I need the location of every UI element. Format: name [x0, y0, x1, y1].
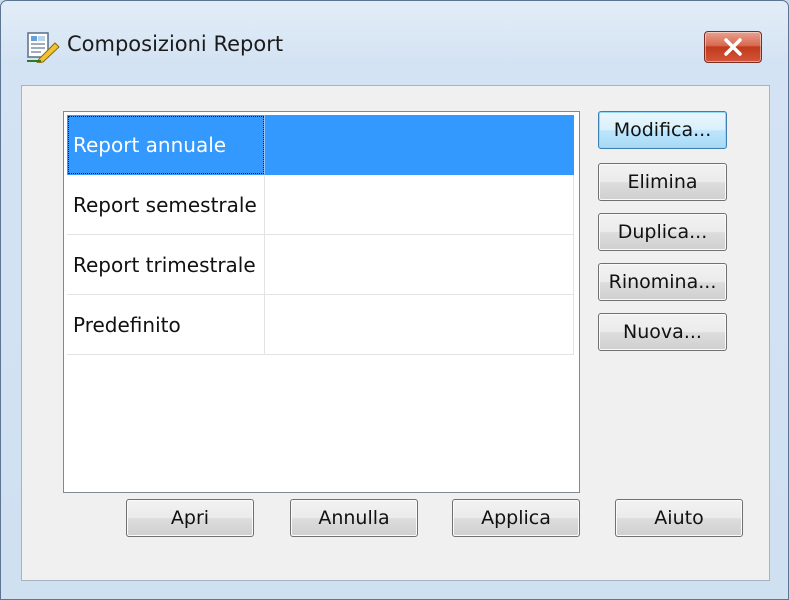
- list-row-report-annuale[interactable]: Report annuale: [67, 115, 574, 175]
- list-cell-value[interactable]: [265, 235, 574, 295]
- modifica-button[interactable]: Modifica...: [598, 111, 727, 149]
- list-cell-name[interactable]: Report semestrale: [67, 175, 265, 235]
- aiuto-button[interactable]: Aiuto: [615, 499, 743, 537]
- list-row-report-semestrale[interactable]: Report semestrale: [67, 175, 574, 235]
- compositions-list[interactable]: Report annuale Report semestrale Report …: [63, 111, 580, 493]
- rinomina-button[interactable]: Rinomina...: [598, 263, 727, 301]
- dialog-window: Composizioni Report Report annuale Repor…: [0, 0, 789, 600]
- list-cell-value[interactable]: [265, 295, 574, 355]
- list-cell-name[interactable]: Predefinito: [67, 295, 265, 355]
- close-button[interactable]: [704, 31, 762, 63]
- list-row-report-trimestrale[interactable]: Report trimestrale: [67, 235, 574, 295]
- nuova-button[interactable]: Nuova...: [598, 313, 727, 351]
- title-bar[interactable]: Composizioni Report: [1, 1, 788, 83]
- elimina-button[interactable]: Elimina: [598, 163, 727, 201]
- list-cell-value[interactable]: [265, 115, 574, 175]
- applica-button[interactable]: Applica: [452, 499, 580, 537]
- list-cell-value[interactable]: [265, 175, 574, 235]
- report-icon: [25, 31, 61, 64]
- window-title: Composizioni Report: [67, 32, 284, 56]
- list-row-predefinito[interactable]: Predefinito: [67, 295, 574, 355]
- close-icon: [724, 38, 742, 56]
- dialog-client-area: Report annuale Report semestrale Report …: [21, 85, 770, 581]
- list-cell-name[interactable]: Report annuale: [67, 115, 265, 175]
- annulla-button[interactable]: Annulla: [290, 499, 418, 537]
- apri-button[interactable]: Apri: [126, 499, 254, 537]
- duplica-button[interactable]: Duplica...: [598, 213, 727, 251]
- list-cell-name[interactable]: Report trimestrale: [67, 235, 265, 295]
